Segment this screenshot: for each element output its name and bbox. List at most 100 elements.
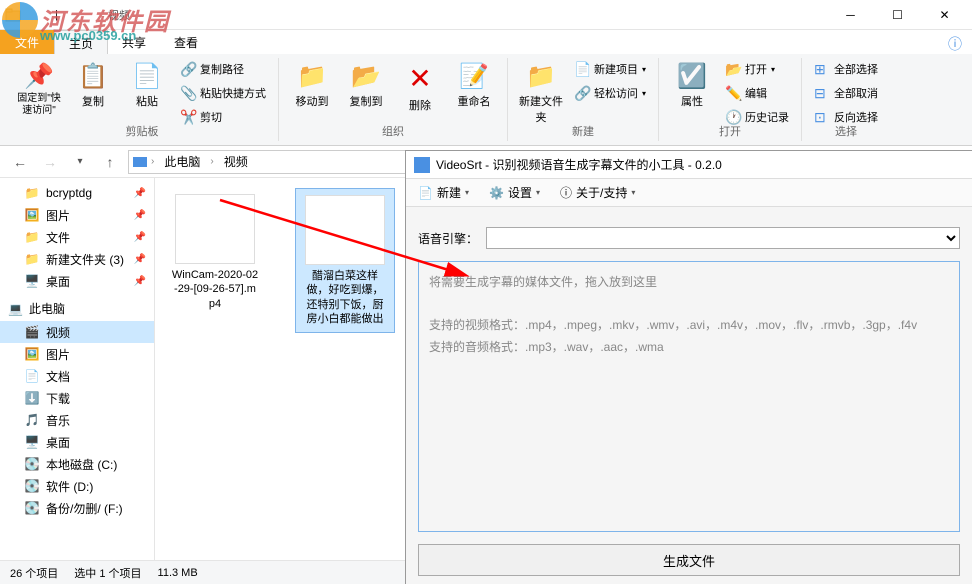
breadcrumb-this-pc[interactable]: 此电脑 [158, 153, 206, 170]
video-icon [133, 157, 147, 167]
new-group-label: 新建 [508, 123, 658, 139]
folder-icon [5, 7, 21, 23]
gear-icon: ⚙️ [489, 186, 504, 200]
open-group-label: 打开 [659, 123, 801, 139]
sidebar-item-3[interactable]: ⬇️下载 [0, 387, 154, 409]
nav-back-button[interactable]: ← [8, 150, 32, 174]
qat-sep: | [55, 9, 58, 21]
folder-icon: 📁 [24, 252, 40, 266]
sidebar-item-qa-3[interactable]: 📁新建文件夹 (3)📌 [0, 248, 154, 270]
sidebar-item-1[interactable]: 🖼️图片 [0, 343, 154, 365]
breadcrumb-videos[interactable]: 视频 [218, 153, 254, 170]
path-icon: 🔗 [180, 61, 196, 78]
rename-button[interactable]: 📝重命名 [449, 58, 499, 130]
properties-icon: ☑️ [677, 62, 707, 91]
engine-select[interactable] [486, 227, 960, 249]
file-item-0[interactable]: WinCam-2020-02-29-[09-26-57].mp4 [165, 188, 265, 333]
ribbon-group-new: 📁新建文件夹 📄新建项目▾ 🔗轻松访问▾ 新建 [508, 58, 659, 141]
sidebar-item-qa-2[interactable]: 📁文件📌 [0, 226, 154, 248]
drop-zone[interactable]: 将需要生成字幕的媒体文件，拖入放到这里 支持的视频格式：.mp4，.mpeg，.… [418, 261, 960, 532]
easy-access-icon: 🔗 [574, 85, 590, 102]
folder-icon: 🖥️ [24, 274, 40, 288]
easy-access-button[interactable]: 🔗轻松访问▾ [570, 82, 650, 104]
videosrt-app-icon [414, 157, 430, 173]
videosrt-toolbar: 📄 新建 ▾ ⚙️ 设置 ▾ ⓘ 关于/支持 ▾ [406, 179, 972, 207]
copy-button[interactable]: 📋 复制 [68, 58, 118, 130]
close-button[interactable]: ✕ [922, 1, 967, 29]
copy-label: 复制 [82, 93, 104, 109]
shortcut-icon: 📎 [180, 85, 196, 102]
maximize-button[interactable]: ☐ [875, 1, 920, 29]
open-icon: 📂 [725, 61, 741, 78]
sidebar-item-qa-4[interactable]: 🖥️桌面📌 [0, 270, 154, 292]
copy-to-button[interactable]: 📂复制到 [341, 58, 391, 130]
computer-icon: 💻 [8, 302, 23, 316]
sidebar-item-8[interactable]: 💽备份/勿删/ (F:) [0, 497, 154, 519]
videosrt-about-button[interactable]: ⓘ 关于/支持 ▾ [556, 182, 639, 203]
selected-size: 11.3 MB [158, 567, 198, 579]
select-none-button[interactable]: ⊟全部取消 [810, 82, 882, 104]
edit-button[interactable]: ✏️编辑 [721, 82, 793, 104]
ribbon-group-select: ⊞全部选择 ⊟全部取消 ⊡反向选择 选择 [802, 58, 890, 141]
sidebar-item-0[interactable]: 🎬视频 [0, 321, 154, 343]
file-name-label: WinCam-2020-02-29-[09-26-57].mp4 [171, 268, 259, 311]
delete-button[interactable]: ✕删除 [395, 58, 445, 130]
paste-icon: 📄 [132, 62, 162, 91]
videosrt-settings-button[interactable]: ⚙️ 设置 ▾ [485, 182, 544, 203]
new-folder-button[interactable]: 📁新建文件夹 [516, 58, 566, 130]
sidebar-item-6[interactable]: 💽本地磁盘 (C:) [0, 453, 154, 475]
generate-button[interactable]: 生成文件 [418, 544, 960, 576]
copy-icon: 📋 [78, 62, 108, 91]
new-item-button[interactable]: 📄新建项目▾ [570, 58, 650, 80]
item-icon: 🎵 [24, 413, 40, 427]
nav-up-button[interactable]: ↑ [98, 150, 122, 174]
tab-view[interactable]: 查看 [160, 30, 212, 54]
tab-home[interactable]: 主页 [54, 30, 108, 54]
ribbon-tabs: 文件 主页 共享 查看 ⓘ [0, 30, 972, 54]
tab-file[interactable]: 文件 [0, 30, 54, 54]
nav-dropdown-button[interactable]: ▾ [68, 150, 92, 174]
properties-button[interactable]: ☑️属性 [667, 58, 717, 130]
selected-count: 选中 1 个项目 [74, 565, 141, 581]
sidebar-item-4[interactable]: 🎵音乐 [0, 409, 154, 431]
open-button[interactable]: 📂打开▾ [721, 58, 793, 80]
pin-icon: 📌 [134, 276, 146, 287]
tab-share[interactable]: 共享 [108, 30, 160, 54]
videosrt-title-bar: VideoSrt - 识别视频语音生成字幕文件的小工具 - 0.2.0 [406, 151, 972, 179]
sidebar-item-7[interactable]: 💽软件 (D:) [0, 475, 154, 497]
item-icon: 💽 [24, 457, 40, 471]
file-name-label: 醋溜白菜这样做，好吃到爆，还特别下饭，厨房小白都能做出 [302, 269, 388, 326]
select-all-icon: ⊞ [814, 61, 830, 78]
delete-icon: ✕ [408, 62, 431, 95]
folder-icon: 📁 [24, 186, 40, 200]
sidebar-item-2[interactable]: 📄文档 [0, 365, 154, 387]
chevron-down-icon: ▾ [536, 188, 540, 197]
minimize-button[interactable]: ─ [828, 1, 873, 29]
title-bar: | 视频 ─ ☐ ✕ [0, 0, 972, 30]
videosrt-new-button[interactable]: 📄 新建 ▾ [414, 182, 473, 203]
folder-icon: 🖼️ [24, 208, 40, 222]
copy-path-button[interactable]: 🔗复制路径 [176, 58, 270, 80]
select-group-label: 选择 [802, 123, 890, 139]
nav-forward-button[interactable]: → [38, 150, 62, 174]
sidebar-item-5[interactable]: 🖥️桌面 [0, 431, 154, 453]
sidebar-item-qa-0[interactable]: 📁bcryptdg📌 [0, 182, 154, 204]
ribbon-collapse-button[interactable]: ⓘ [938, 30, 972, 54]
new-folder-icon: 📁 [526, 62, 556, 91]
sidebar-item-qa-1[interactable]: 🖼️图片📌 [0, 204, 154, 226]
select-all-button[interactable]: ⊞全部选择 [810, 58, 882, 80]
rename-icon: 📝 [459, 62, 489, 91]
item-icon: 💽 [24, 501, 40, 515]
pin-quick-access-button[interactable]: 📌 固定到"快速访问" [14, 58, 64, 130]
pin-icon: 📌 [134, 232, 146, 243]
item-icon: 🖼️ [24, 347, 40, 361]
paste-shortcut-button[interactable]: 📎粘贴快捷方式 [176, 82, 270, 104]
folder-icon: 📁 [24, 230, 40, 244]
pin-label: 固定到"快速访问" [16, 93, 62, 117]
file-item-1[interactable]: 醋溜白菜这样做，好吃到爆，还特别下饭，厨房小白都能做出 [295, 188, 395, 333]
pin-icon: 📌 [24, 62, 54, 91]
paste-button[interactable]: 📄 粘贴 [122, 58, 172, 130]
file-thumbnail [175, 194, 255, 264]
move-to-button[interactable]: 📁移动到 [287, 58, 337, 130]
sidebar-this-pc-header[interactable]: 💻 此电脑 [0, 296, 154, 321]
